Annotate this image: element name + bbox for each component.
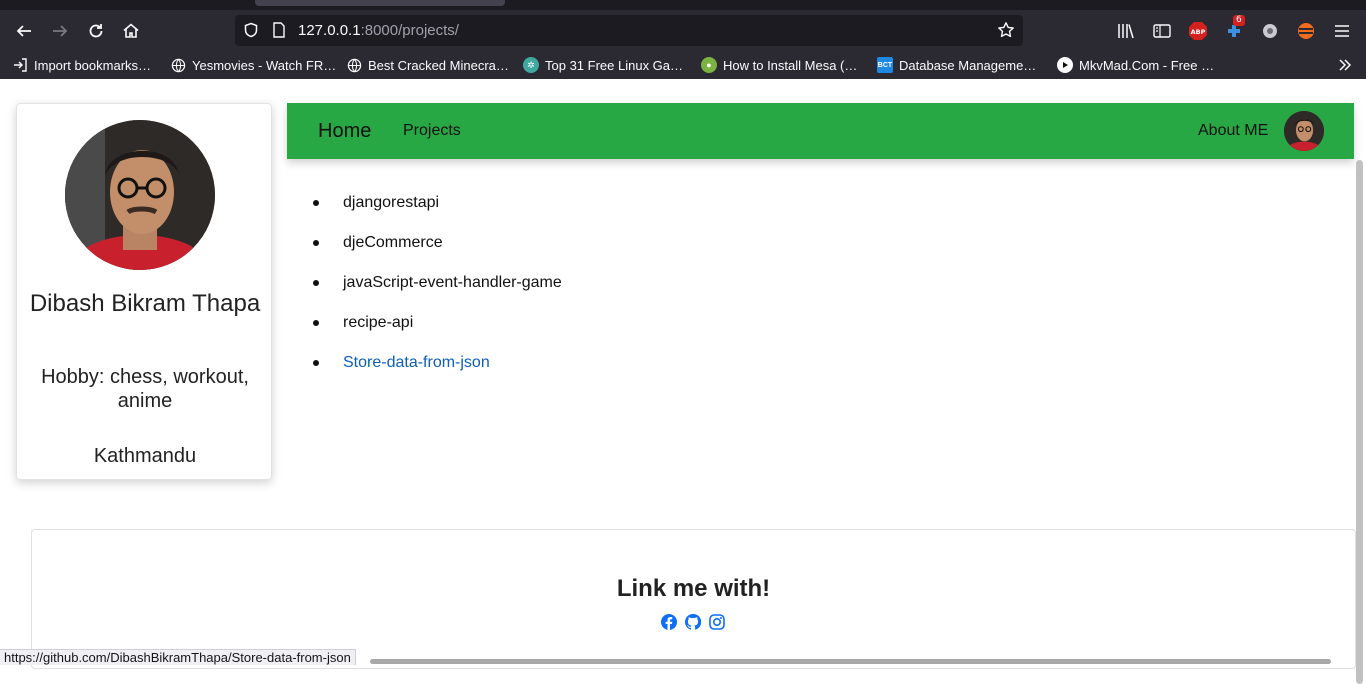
shield-icon[interactable] bbox=[242, 21, 260, 39]
extension-badge-count: 6 bbox=[1233, 15, 1245, 26]
social-links bbox=[661, 614, 725, 630]
horizontal-scrollbar[interactable] bbox=[370, 659, 1331, 664]
play-icon bbox=[1057, 57, 1073, 73]
project-item[interactable]: recipe-api bbox=[313, 313, 562, 353]
profile-name: Dibash Bikram Thapa bbox=[29, 290, 261, 317]
site-navbar: Home Projects About ME bbox=[287, 103, 1354, 159]
back-icon[interactable] bbox=[11, 18, 37, 44]
project-item[interactable]: djangorestapi bbox=[313, 193, 562, 233]
menu-icon[interactable] bbox=[1331, 20, 1353, 42]
reload-icon[interactable] bbox=[83, 18, 109, 44]
page-icon[interactable] bbox=[270, 21, 288, 39]
profile-avatar bbox=[65, 120, 215, 270]
nav-projects-link[interactable]: Projects bbox=[403, 122, 461, 140]
extension-badge-icon[interactable]: 6 bbox=[1223, 15, 1245, 42]
bookmark-database[interactable]: BCT Database Manageme… bbox=[877, 56, 1036, 74]
tab-strip bbox=[0, 0, 1366, 10]
profile-city: Kathmandu bbox=[93, 445, 197, 467]
bookmark-mkvmad[interactable]: MkvMad.Com - Free … bbox=[1057, 56, 1214, 74]
library-icon[interactable] bbox=[1115, 20, 1137, 42]
adblock-icon[interactable]: ABP bbox=[1187, 20, 1209, 42]
sidebar-icon[interactable] bbox=[1151, 20, 1173, 42]
globe-icon bbox=[170, 57, 186, 73]
bookmark-mesa[interactable]: ● How to Install Mesa (… bbox=[701, 56, 857, 74]
bookmark-yesmovies[interactable]: Yesmovies - Watch FR… bbox=[170, 56, 336, 74]
forward-icon[interactable] bbox=[47, 18, 73, 44]
url-bar[interactable]: 127.0.0.1:8000/projects/ bbox=[235, 15, 1023, 46]
vertical-scrollbar[interactable] bbox=[1356, 160, 1363, 684]
footer-card: Link me with! bbox=[31, 529, 1356, 669]
nav-avatar[interactable] bbox=[1284, 111, 1324, 151]
nav-home-link[interactable]: Home bbox=[318, 120, 371, 143]
github-icon[interactable] bbox=[685, 614, 701, 630]
import-icon bbox=[12, 57, 28, 73]
page-viewport: Dibash Bikram Thapa Hobby: chess, workou… bbox=[0, 79, 1366, 684]
project-item[interactable]: djeCommerce bbox=[313, 233, 562, 273]
extension-gear-icon[interactable] bbox=[1259, 20, 1281, 42]
url-text[interactable]: 127.0.0.1:8000/projects/ bbox=[298, 22, 459, 39]
site-icon: ● bbox=[701, 57, 717, 73]
bct-icon: BCT bbox=[877, 57, 893, 73]
home-icon[interactable] bbox=[118, 18, 144, 44]
profile-hobby: Hobby: chess, workout, anime bbox=[41, 366, 249, 412]
bookmark-minecraft[interactable]: Best Cracked Minecra… bbox=[346, 56, 509, 74]
footer-title: Link me with! bbox=[616, 575, 771, 602]
facebook-icon[interactable] bbox=[661, 614, 677, 630]
globe-icon bbox=[346, 57, 362, 73]
gear-site-icon: ✲ bbox=[523, 57, 539, 73]
svg-text:ABP: ABP bbox=[1191, 28, 1206, 36]
project-item[interactable]: javaScript-event-handler-game bbox=[313, 273, 562, 313]
bookmarks-overflow-icon[interactable] bbox=[1338, 56, 1352, 74]
extension-ring-icon[interactable] bbox=[1295, 20, 1317, 42]
active-tab[interactable] bbox=[255, 0, 505, 6]
bookmarks-bar: Import bookmarks… Yesmovies - Watch FR… … bbox=[0, 52, 1366, 78]
bookmark-import[interactable]: Import bookmarks… bbox=[12, 56, 151, 74]
status-bar-url: https://github.com/DibashBikramThapa/Sto… bbox=[0, 649, 356, 665]
bookmark-linux-games[interactable]: ✲ Top 31 Free Linux Ga… bbox=[523, 56, 683, 74]
profile-card: Dibash Bikram Thapa Hobby: chess, workou… bbox=[16, 103, 272, 480]
project-list: djangorestapi djeCommerce javaScript-eve… bbox=[313, 193, 562, 393]
bookmark-star-icon[interactable] bbox=[997, 21, 1015, 39]
instagram-icon[interactable] bbox=[709, 614, 725, 630]
nav-about-link[interactable]: About ME bbox=[1198, 122, 1268, 140]
browser-toolbar: 127.0.0.1:8000/projects/ ABP 6 Import bo… bbox=[0, 0, 1366, 79]
project-item-hovered[interactable]: Store-data-from-json bbox=[313, 353, 562, 393]
